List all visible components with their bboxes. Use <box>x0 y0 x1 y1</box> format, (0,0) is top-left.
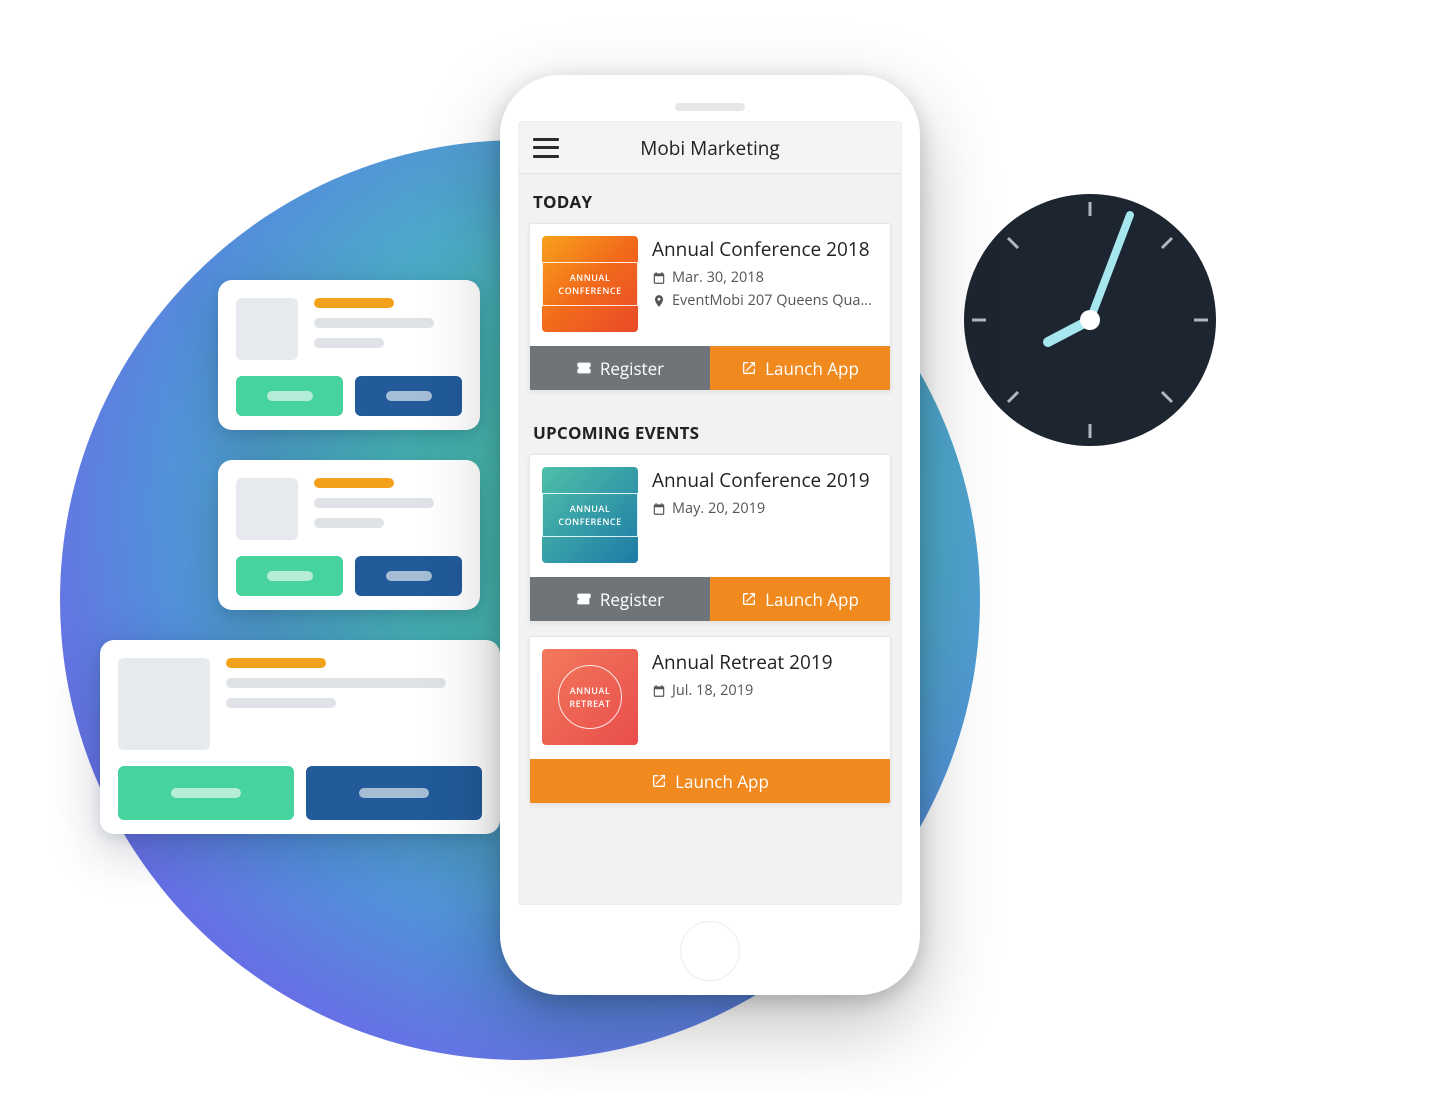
thumbnail-label: ANNUAL CONFERENCE <box>542 262 638 306</box>
event-title: Annual Conference 2018 <box>652 236 878 262</box>
event-card-upcoming: ANNUAL RETREAT Annual Retreat 2019 Jul. … <box>529 636 891 804</box>
location-pin-icon <box>652 294 666 308</box>
event-card-upcoming: ANNUAL CONFERENCE Annual Conference 2019… <box>529 454 891 622</box>
launch-app-button[interactable]: Launch App <box>710 346 890 390</box>
decorative-card <box>218 280 480 430</box>
app-title: Mobi Marketing <box>533 135 887 161</box>
section-today-label: TODAY <box>519 174 901 219</box>
event-title: Annual Retreat 2019 <box>652 649 878 675</box>
event-thumbnail: ANNUAL CONFERENCE <box>542 467 638 563</box>
ticket-icon <box>576 591 592 607</box>
decorative-card-large <box>100 640 500 834</box>
external-link-icon <box>741 360 757 376</box>
clock-icon <box>960 190 1220 450</box>
event-card-today: ANNUAL CONFERENCE Annual Conference 2018… <box>529 223 891 391</box>
event-date: Mar. 30, 2018 <box>652 268 878 287</box>
thumbnail-label: ANNUAL RETREAT <box>558 665 622 729</box>
launch-app-button[interactable]: Launch App <box>710 577 890 621</box>
ticket-icon <box>576 360 592 376</box>
event-title: Annual Conference 2019 <box>652 467 878 493</box>
app-topbar: Mobi Marketing <box>519 122 901 174</box>
event-location: EventMobi 207 Queens Qua... <box>652 291 878 310</box>
external-link-icon <box>651 773 667 789</box>
event-date: Jul. 18, 2019 <box>652 681 878 700</box>
thumbnail-label: ANNUAL CONFERENCE <box>542 493 638 537</box>
decorative-card <box>218 460 480 610</box>
app-screen: Mobi Marketing TODAY ANNUAL CONFERENCE A… <box>518 121 902 905</box>
calendar-icon <box>652 502 666 516</box>
phone-home-button <box>680 921 740 981</box>
register-button[interactable]: Register <box>530 346 710 390</box>
event-date: May. 20, 2019 <box>652 499 878 518</box>
external-link-icon <box>741 591 757 607</box>
event-thumbnail: ANNUAL RETREAT <box>542 649 638 745</box>
phone-speaker <box>675 103 745 111</box>
launch-app-button[interactable]: Launch App <box>530 759 890 803</box>
phone-frame: Mobi Marketing TODAY ANNUAL CONFERENCE A… <box>500 75 920 995</box>
section-upcoming-label: UPCOMING EVENTS <box>519 405 901 450</box>
event-thumbnail: ANNUAL CONFERENCE <box>542 236 638 332</box>
register-button[interactable]: Register <box>530 577 710 621</box>
calendar-icon <box>652 684 666 698</box>
calendar-icon <box>652 271 666 285</box>
